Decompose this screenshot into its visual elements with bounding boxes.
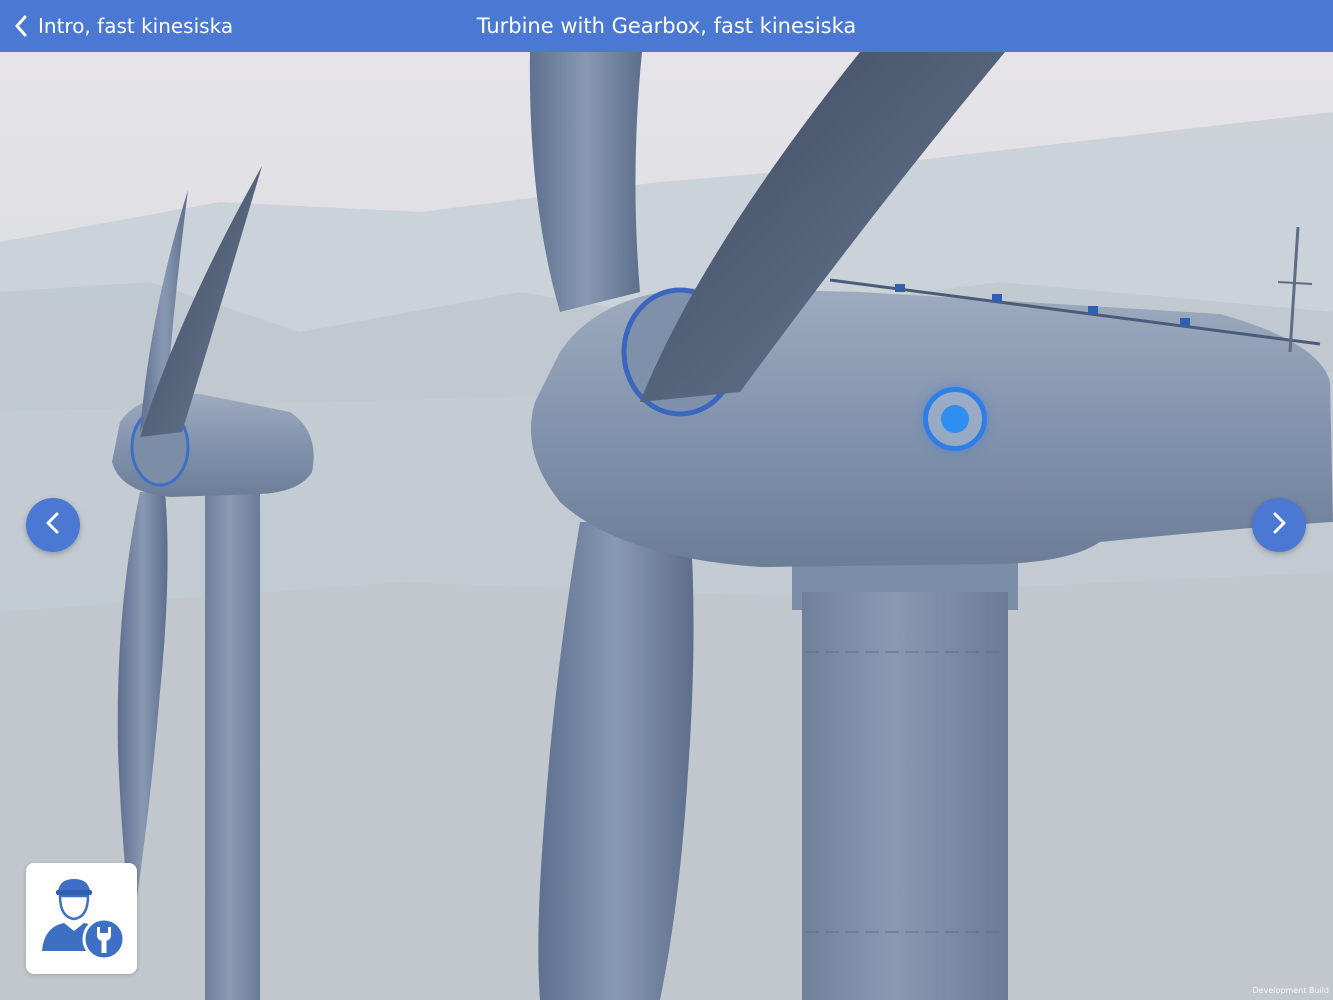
hotspot-icon	[941, 405, 969, 433]
gearbox-hotspot[interactable]	[923, 387, 987, 451]
top-bar: Intro, fast kinesiska Turbine with Gearb…	[0, 0, 1333, 52]
chevron-left-icon	[14, 15, 28, 37]
back-button[interactable]: Intro, fast kinesiska	[14, 0, 233, 52]
technician-wrench-icon	[34, 869, 130, 969]
back-button-label: Intro, fast kinesiska	[38, 14, 234, 38]
chevron-left-icon	[43, 511, 63, 539]
next-button[interactable]	[1252, 498, 1306, 552]
turbine-3d-viewport[interactable]	[0, 52, 1333, 1000]
build-label: Development Build	[1252, 986, 1329, 995]
near-turbine-tower	[792, 560, 1018, 1000]
chevron-right-icon	[1269, 511, 1289, 539]
service-technician-button[interactable]	[26, 863, 137, 974]
previous-button[interactable]	[26, 498, 80, 552]
